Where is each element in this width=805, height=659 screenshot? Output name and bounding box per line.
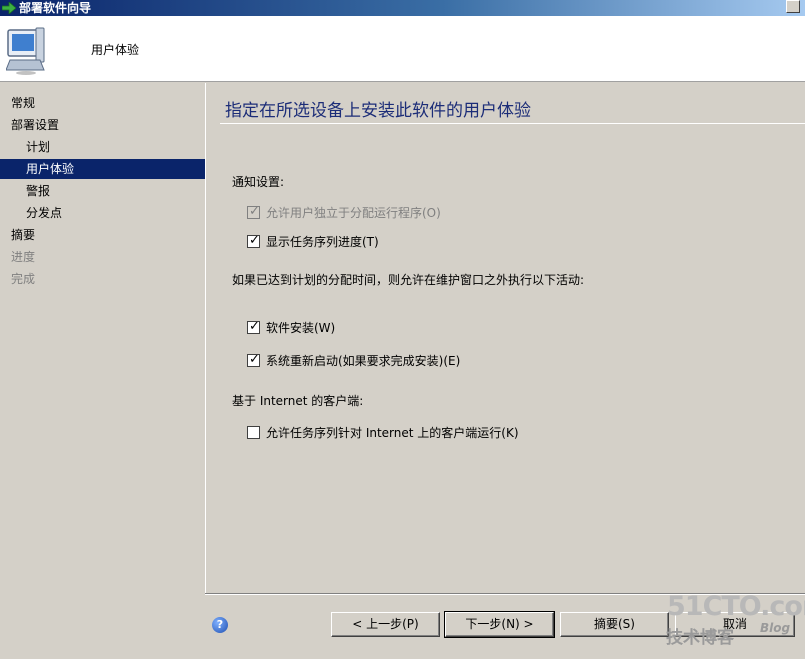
sidebar-item-user-experience[interactable]: 用户体验 <box>0 159 205 179</box>
sidebar-item-label: 分发点 <box>26 206 63 220</box>
sidebar-item-alerts[interactable]: 警报 <box>0 181 205 201</box>
wizard-content: 指定在所选设备上安装此软件的用户体验 通知设置: ✓ 允许用户独立于分配运行程序… <box>205 83 805 593</box>
sidebar-item-label: 摘要 <box>11 228 36 242</box>
sidebar-item-label: 完成 <box>11 272 36 286</box>
back-button[interactable]: < 上一步(P) <box>331 612 440 637</box>
help-icon[interactable]: ? <box>212 617 228 633</box>
arrow-right-icon <box>2 2 16 14</box>
sidebar-item-label: 计划 <box>26 140 51 154</box>
title-divider <box>220 123 805 124</box>
sidebar-item-deployment-settings[interactable]: 部署设置 <box>0 115 205 135</box>
checkmark-icon: ✓ <box>249 319 260 334</box>
sidebar-item-progress: 进度 <box>0 247 205 267</box>
next-button[interactable]: 下一步(N) > <box>444 611 555 638</box>
watermark-blog: Blog <box>760 621 791 635</box>
checkbox-label: 系统重新启动(如果要求完成安装)(E) <box>266 354 461 368</box>
checkbox-box[interactable]: ✓ <box>247 352 260 367</box>
sidebar-item-label: 部署设置 <box>11 118 60 132</box>
sidebar-item-label: 常规 <box>11 96 36 110</box>
sidebar-item-label: 警报 <box>26 184 51 198</box>
wizard-sidebar: 常规 部署设置 计划 用户体验 警报 分发点 摘要 进度 完成 <box>0 83 205 659</box>
checkbox-label: 软件安装(W) <box>266 321 336 335</box>
sidebar-item-schedule[interactable]: 计划 <box>0 137 205 157</box>
computer-icon <box>6 27 45 75</box>
notification-settings-label: 通知设置: <box>232 175 285 189</box>
checkbox-box[interactable]: ✓ <box>247 233 260 248</box>
checkbox-label: 允许用户独立于分配运行程序(O) <box>266 206 441 220</box>
watermark: 51CTO.com 技术博客 Blog <box>664 591 805 651</box>
checkbox-box[interactable] <box>247 426 260 439</box>
watermark-main: 51CTO.com <box>667 591 805 622</box>
sidebar-item-distribution-points[interactable]: 分发点 <box>0 203 205 223</box>
window-title: 部署软件向导 <box>19 1 92 15</box>
sidebar-item-label: 进度 <box>11 250 36 264</box>
sidebar-item-label: 用户体验 <box>26 162 75 176</box>
checkmark-icon: ✓ <box>249 352 260 367</box>
checkmark-icon: ✓ <box>249 233 260 248</box>
header-title: 用户体验 <box>91 43 140 57</box>
sidebar-item-summary[interactable]: 摘要 <box>0 225 205 245</box>
window-titlebar: 部署软件向导 <box>0 0 805 16</box>
checkbox-label: 允许任务序列针对 Internet 上的客户端运行(K) <box>266 426 519 440</box>
wizard-header: 用户体验 <box>0 16 805 82</box>
checkbox-box: ✓ <box>247 204 260 219</box>
checkbox-label: 显示任务序列进度(T) <box>266 235 379 249</box>
page-title: 指定在所选设备上安装此软件的用户体验 <box>225 101 531 121</box>
internet-clients-label: 基于 Internet 的客户端: <box>232 394 364 408</box>
watermark-sub: 技术博客 <box>666 628 734 648</box>
deadline-activities-label: 如果已达到计划的分配时间，则允许在维护窗口之外执行以下活动: <box>232 273 585 287</box>
checkbox-box[interactable]: ✓ <box>247 319 260 334</box>
summary-button[interactable]: 摘要(S) <box>560 612 669 637</box>
sidebar-item-general[interactable]: 常规 <box>0 93 205 113</box>
checkmark-icon: ✓ <box>249 204 260 219</box>
window-control-button[interactable] <box>786 0 800 13</box>
sidebar-item-completion: 完成 <box>0 269 205 289</box>
